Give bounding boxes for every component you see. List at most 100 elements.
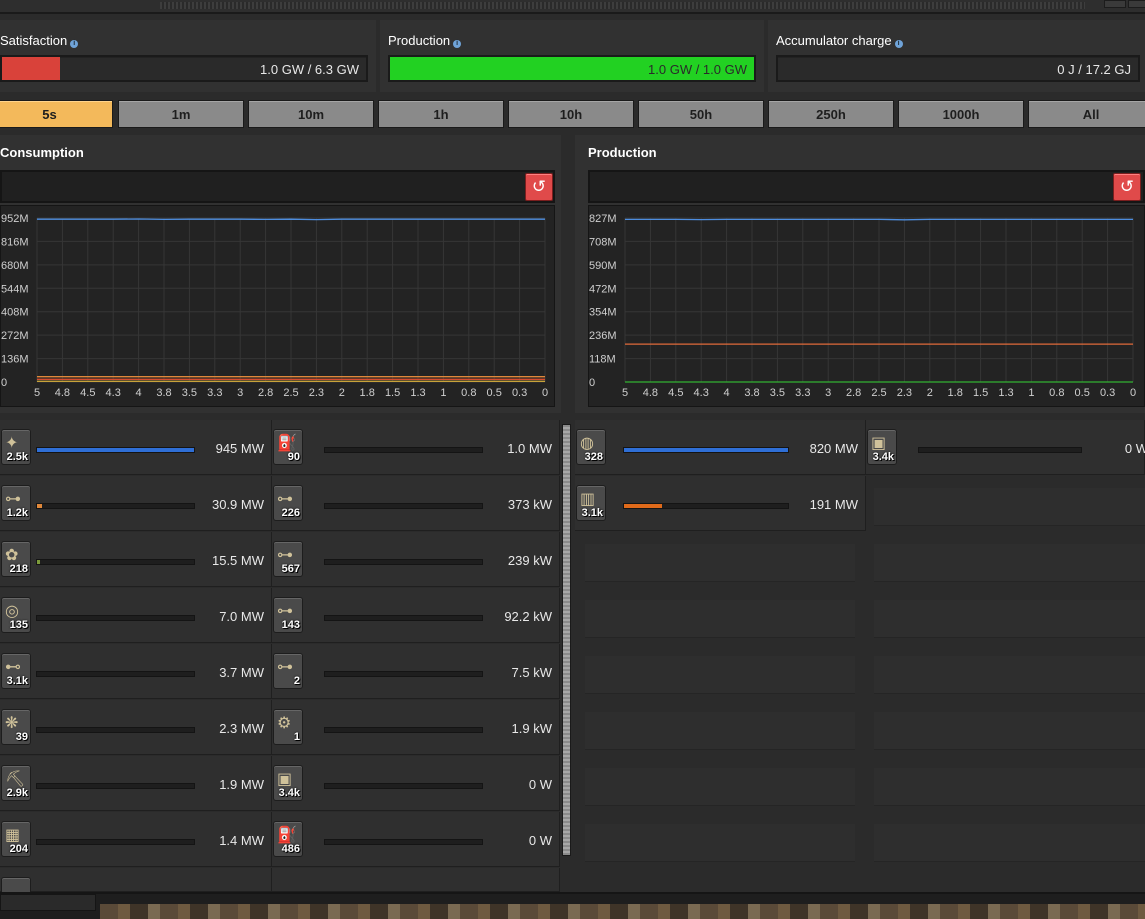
satisfaction-bar-fill <box>2 57 61 80</box>
radar-icon[interactable]: ✦ 2.5k <box>1 429 31 465</box>
icon-glyph: ✿ <box>5 547 19 564</box>
icon-glyph: ⊶ <box>277 547 293 564</box>
consumption-reset-button[interactable]: ↺ <box>525 173 553 201</box>
accumulator-value: 0 J / 17.2 GJ <box>1057 62 1131 77</box>
entity-count: 143 <box>281 619 300 631</box>
stack-inserter-icon[interactable]: ⊶ 143 <box>273 597 303 633</box>
tab-250h[interactable]: 250h <box>768 100 894 128</box>
list-item[interactable] <box>0 868 272 897</box>
info-icon[interactable]: i <box>894 40 903 48</box>
entity-count: 204 <box>9 843 28 855</box>
power-value: 7.0 MW <box>219 609 264 624</box>
pumpjack-icon[interactable]: ⛽ 486 <box>273 821 303 857</box>
list-item[interactable]: ⚙ 1 1.9 kW <box>272 700 560 755</box>
power-bar <box>324 559 483 565</box>
steam-turbine-icon[interactable]: ◍ 328 <box>576 429 606 465</box>
window-title-bar[interactable] <box>0 0 1145 14</box>
filter-inserter-icon[interactable]: ⊶ 567 <box>273 541 303 577</box>
power-bar <box>36 559 195 565</box>
power-bar <box>324 503 483 509</box>
list-item[interactable]: ⛏ 2.9k 1.9 MW <box>0 756 272 811</box>
tab-10m[interactable]: 10m <box>248 100 374 128</box>
power-value: 945 MW <box>215 441 264 456</box>
production-filter-bar[interactable]: ↺ <box>588 170 1145 203</box>
drag-handle[interactable] <box>160 2 1085 9</box>
empty-slot <box>874 712 1145 750</box>
power-value: 0 W <box>1124 441 1145 456</box>
stack-filter-inserter-icon[interactable]: ⊶ 2 <box>273 653 303 689</box>
list-item[interactable]: ▦ 204 1.4 MW <box>0 812 272 867</box>
satisfaction-panel: Satisfaction i 1.0 GW / 6.3 GW <box>0 20 376 92</box>
list-item[interactable]: ◎ 135 7.0 MW <box>0 588 272 643</box>
time-range-tabs: 5s 1m 10m 1h 10h 50h 250h 1000h All <box>0 100 1145 130</box>
list-item[interactable]: ⊶ 226 373 kW <box>272 476 560 531</box>
list-item[interactable]: ⊶ 567 239 kW <box>272 532 560 587</box>
list-item[interactable]: ⊶ 143 92.2 kW <box>272 588 560 643</box>
empty-slot <box>874 488 1145 526</box>
list-item[interactable]: ◍ 328 820 MW <box>575 420 866 475</box>
list-item[interactable]: ⊶ 2 7.5 kW <box>272 644 560 699</box>
list-item[interactable]: ⊶ 1.2k 30.9 MW <box>0 476 272 531</box>
x-tick-label: 3.5 <box>770 387 785 399</box>
window-button[interactable] <box>1104 0 1126 8</box>
x-tick-label: 2.5 <box>283 387 298 399</box>
list-item[interactable]: ❋ 39 2.3 MW <box>0 700 272 755</box>
power-value: 0 W <box>528 777 552 792</box>
x-tick-label: 2.3 <box>309 387 324 399</box>
list-item[interactable]: ▣ 3.4k 0 W <box>866 420 1145 475</box>
lab-icon[interactable]: ◎ 135 <box>1 597 31 633</box>
solar-panel-icon[interactable]: ▣ 3.4k <box>273 765 303 801</box>
x-tick-label: 4 <box>136 387 142 399</box>
roboport-icon[interactable]: ❋ 39 <box>1 709 31 745</box>
tab-10h[interactable]: 10h <box>508 100 634 128</box>
list-item[interactable]: ⛽ 90 1.0 MW <box>272 420 560 475</box>
consumption-filter-bar[interactable]: ↺ <box>0 170 555 203</box>
icon-glyph: ▣ <box>871 435 887 452</box>
x-tick-label: 5 <box>34 387 40 399</box>
consumption-title: Consumption <box>0 145 84 160</box>
tab-all[interactable]: All <box>1028 100 1145 128</box>
x-tick-label: 3.3 <box>207 387 222 399</box>
electric-drill-icon[interactable]: ⛏ 2.9k <box>1 765 31 801</box>
solar-panel-icon[interactable]: ▥ 3.1k <box>576 485 606 521</box>
info-icon[interactable]: i <box>453 40 462 48</box>
entity-count: 2.5k <box>6 451 28 463</box>
inserter-icon[interactable]: ⊶ 1.2k <box>1 485 31 521</box>
y-tick-label: 680M <box>1 260 29 272</box>
accumulator-icon[interactable]: ▣ 3.4k <box>867 429 897 465</box>
entity-count: 3.1k <box>6 675 28 687</box>
production-reset-button[interactable]: ↺ <box>1113 173 1141 201</box>
list-item[interactable]: ▣ 3.4k 0 W <box>272 756 560 811</box>
list-item[interactable] <box>272 868 560 892</box>
list-item[interactable]: ▥ 3.1k 191 MW <box>575 476 866 531</box>
window-button[interactable] <box>1128 0 1145 8</box>
y-tick-label: 952M <box>1 213 29 225</box>
satisfaction-value: 1.0 GW / 6.3 GW <box>260 62 359 77</box>
consumers-scrollbar[interactable] <box>562 424 571 856</box>
pump-icon[interactable]: ⛽ 90 <box>273 429 303 465</box>
power-bar <box>623 503 789 509</box>
list-item[interactable]: ✿ 218 15.5 MW <box>0 532 272 587</box>
entity-count: 226 <box>281 507 300 519</box>
tab-1h[interactable]: 1h <box>378 100 504 128</box>
assembler-icon[interactable]: ✿ 218 <box>1 541 31 577</box>
y-tick-label: 236M <box>589 330 617 342</box>
long-inserter-icon[interactable]: ⊶ 226 <box>273 485 303 521</box>
x-tick-label: 0 <box>1130 387 1136 399</box>
tab-1000h[interactable]: 1000h <box>898 100 1024 128</box>
tab-50h[interactable]: 50h <box>638 100 764 128</box>
centrifuge-icon[interactable]: ⚙ 1 <box>273 709 303 745</box>
furnace-icon[interactable]: ▦ 204 <box>1 821 31 857</box>
tab-5s[interactable]: 5s <box>0 100 113 128</box>
info-icon[interactable]: i <box>70 40 79 48</box>
game-world-view[interactable] <box>100 904 1145 919</box>
fast-inserter-icon[interactable]: ⊷ 3.1k <box>1 653 31 689</box>
production-graph-panel: Production ↺ 827M 708M 590M 472M 354M 236M 118… <box>575 135 1145 413</box>
reset-icon: ↺ <box>531 177 547 196</box>
consumption-chart-svg: 952M 816M 680M 544M 408M 272M 136M 0 5 4.8 4.5 4.3 4… <box>1 213 548 399</box>
list-item[interactable]: ⊷ 3.1k 3.7 MW <box>0 644 272 699</box>
list-item[interactable]: ⛽ 486 0 W <box>272 812 560 867</box>
tab-1m[interactable]: 1m <box>118 100 244 128</box>
entity-count: 3.4k <box>278 787 300 799</box>
list-item[interactable]: ✦ 2.5k 945 MW <box>0 420 272 475</box>
